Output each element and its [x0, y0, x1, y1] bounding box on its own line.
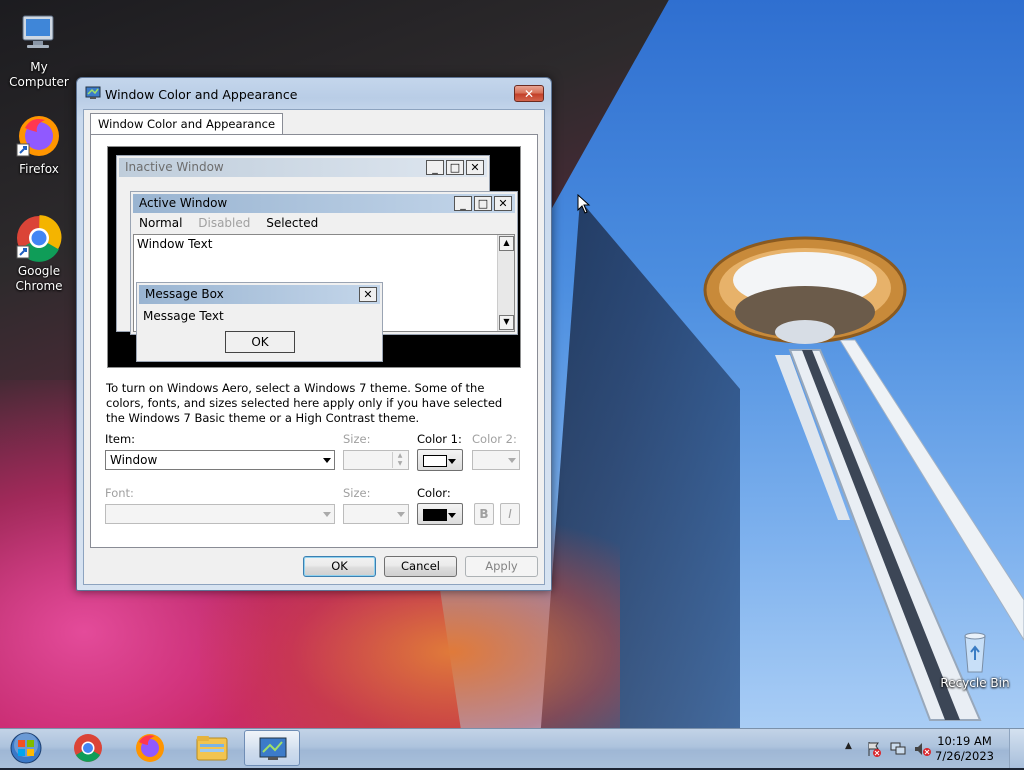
font-select[interactable]: [105, 504, 335, 524]
preview-scrollbar: ▲ ▼: [497, 235, 514, 331]
chevron-down-icon: [448, 513, 456, 518]
preview-message-box: Message Box ✕ Message Text OK: [136, 282, 383, 362]
preview-menu-selected: Selected: [266, 216, 319, 230]
desktop-icon-google-chrome[interactable]: Google Chrome: [1, 214, 77, 294]
font-color-swatch: [423, 509, 447, 521]
start-button[interactable]: [6, 731, 46, 765]
preview-window-text: Window Text: [137, 237, 213, 251]
firefox-icon: [136, 734, 164, 762]
size-label: Size:: [343, 432, 371, 446]
preview-active-title: Active Window: [139, 196, 228, 210]
font-size-select[interactable]: [343, 504, 409, 524]
tab-window-color-appearance[interactable]: Window Color and Appearance: [90, 113, 284, 134]
chrome-icon: [15, 214, 63, 262]
aero-description: To turn on Windows Aero, select a Window…: [106, 381, 503, 425]
chevron-down-icon: [448, 459, 456, 464]
preview-menu-normal: Normal: [139, 216, 183, 230]
show-hidden-icons-button[interactable]: ▲: [845, 741, 852, 751]
chevron-down-icon: [323, 512, 331, 517]
chevron-down-icon: [508, 458, 516, 463]
color2-picker[interactable]: [472, 450, 520, 470]
close-button[interactable]: ✕: [514, 85, 544, 102]
taskbar-chrome[interactable]: [60, 730, 116, 766]
preview-message-ok: OK: [225, 331, 295, 353]
dialog-client-area: Window Color and Appearance Inactive Win…: [83, 109, 545, 585]
font-label: Font:: [105, 486, 134, 500]
desktop-icon-firefox[interactable]: Firefox: [1, 112, 77, 177]
clock-time: 10:19 AM: [937, 734, 992, 748]
stepper-arrows-icon: ▲ ▼: [392, 452, 407, 468]
item-select[interactable]: Window: [105, 450, 335, 470]
desktop-icon-recycle-bin[interactable]: Recycle Bin: [937, 630, 1013, 691]
system-clock[interactable]: 10:19 AM 7/26/2023: [935, 734, 994, 764]
recycle-bin-icon: [951, 630, 999, 674]
mouse-cursor-icon: [577, 194, 591, 214]
taskbar-display-settings[interactable]: [244, 730, 300, 766]
font-color-label: Color:: [417, 486, 451, 500]
close-icon: ✕: [494, 196, 512, 211]
clock-date: 7/26/2023: [935, 749, 994, 763]
preview-message-text: Message Text: [143, 309, 224, 323]
color1-swatch: [423, 455, 447, 467]
computer-icon: [15, 10, 63, 58]
minimize-icon: _: [426, 160, 444, 175]
italic-button[interactable]: I: [500, 503, 520, 525]
show-desktop-button[interactable]: [1009, 729, 1024, 768]
taskbar: ▲ 10:19 AM 7/26/2023: [0, 728, 1024, 768]
preview-message-title: Message Box: [145, 287, 224, 301]
maximize-icon: □: [446, 160, 464, 175]
chrome-icon: [74, 734, 102, 762]
window-color-appearance-dialog: Window Color and Appearance ✕ Window Col…: [76, 77, 552, 591]
firefox-icon: [15, 112, 63, 160]
volume-muted-icon[interactable]: [914, 741, 932, 757]
taskbar-firefox[interactable]: [122, 730, 178, 766]
network-icon[interactable]: [890, 741, 906, 757]
preview-inactive-title: Inactive Window: [125, 160, 224, 174]
close-icon: ✕: [466, 160, 484, 175]
preview-menu-disabled: Disabled: [198, 216, 251, 230]
font-color-picker[interactable]: [417, 503, 463, 525]
size-stepper[interactable]: ▲ ▼: [343, 450, 409, 470]
close-icon: ✕: [523, 87, 535, 101]
color2-label: Color 2:: [472, 432, 517, 446]
action-center-icon[interactable]: [866, 741, 882, 757]
windows-start-icon: [10, 732, 42, 764]
folder-icon: [196, 736, 228, 761]
display-settings-icon: [259, 737, 287, 760]
desktop-icon-my-computer[interactable]: My Computer: [1, 10, 77, 90]
chevron-down-icon: [397, 512, 405, 517]
taskbar-file-explorer[interactable]: [184, 730, 240, 766]
apply-button[interactable]: Apply: [465, 556, 538, 577]
maximize-icon: □: [474, 196, 492, 211]
color1-picker[interactable]: [417, 449, 463, 471]
close-icon: ✕: [359, 287, 377, 302]
bold-button[interactable]: B: [474, 503, 494, 525]
color1-label: Color 1:: [417, 432, 462, 446]
tab-panel: Inactive Window _ □ ✕ Active Window _ □ …: [90, 134, 538, 548]
dialog-title: Window Color and Appearance: [105, 87, 298, 102]
chevron-down-icon: [323, 458, 331, 463]
scroll-down-icon: ▼: [499, 315, 514, 330]
ok-button[interactable]: OK: [303, 556, 376, 577]
display-settings-icon: [85, 86, 101, 99]
minimize-icon: _: [454, 196, 472, 211]
cancel-button[interactable]: Cancel: [384, 556, 457, 577]
preview-menu-bar: Normal Disabled Selected: [139, 216, 330, 230]
item-label: Item:: [105, 432, 136, 446]
scroll-up-icon: ▲: [499, 236, 514, 251]
font-size-label: Size:: [343, 486, 371, 500]
appearance-preview[interactable]: Inactive Window _ □ ✕ Active Window _ □ …: [107, 146, 521, 368]
